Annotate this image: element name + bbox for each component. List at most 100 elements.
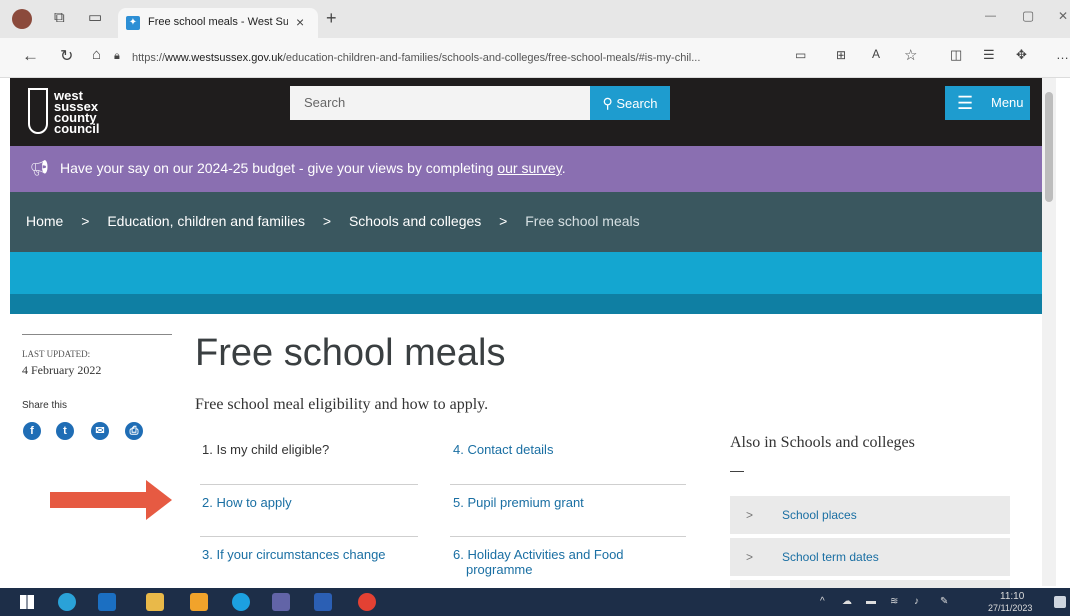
minimize-button[interactable]: — [985, 10, 996, 22]
logo-line-4: council [54, 121, 100, 136]
also-in-item-next[interactable] [730, 580, 1010, 588]
breadcrumb-separator: > [499, 213, 508, 229]
breadcrumb-education[interactable]: Education, children and families [107, 213, 305, 229]
site-favicon-icon: ✦ [126, 16, 140, 30]
back-icon[interactable]: ← [22, 46, 39, 66]
menu-button[interactable]: ☰ Menu [945, 86, 1030, 120]
teams-icon[interactable] [272, 593, 290, 611]
site-info-icon[interactable]: 🔒︎ [114, 50, 120, 63]
apps-icon[interactable]: ⊞ [836, 48, 846, 62]
wifi-icon[interactable]: ≋ [890, 596, 898, 607]
close-window-button[interactable]: ✕ [1058, 9, 1068, 23]
url-prefix: https:// [132, 52, 166, 64]
browser-tab-bar: ⧉ ▭ ✦ Free school meals - West Sussex × … [0, 0, 1070, 38]
extensions-icon[interactable]: ✥ [1016, 47, 1027, 63]
search-placeholder: Search [304, 95, 346, 110]
app-icon[interactable] [190, 593, 208, 611]
tab-actions-icon[interactable]: ▭ [88, 8, 102, 26]
breadcrumb-home[interactable]: Home [26, 213, 63, 229]
toc-item-4[interactable]: 4. Contact details [453, 442, 553, 457]
reader-view-icon[interactable]: ▭ [795, 48, 806, 62]
file-explorer-icon[interactable] [146, 593, 164, 611]
toc-item-3[interactable]: 3. If your circumstances change [202, 547, 386, 562]
budget-banner: 📢︎ Have your say on our 2024-25 budget -… [10, 146, 1042, 192]
toc-item-5[interactable]: 5. Pupil premium grant [453, 495, 584, 510]
also-in-item-label: School places [782, 508, 857, 522]
breadcrumb-separator: > [322, 213, 332, 229]
email-icon[interactable]: ✉ [91, 422, 109, 440]
also-in-dash: — [730, 462, 744, 478]
page-scrollbar[interactable] [1042, 78, 1056, 586]
scrollbar-thumb[interactable] [1045, 92, 1053, 202]
skype-icon[interactable] [232, 593, 250, 611]
search-button-label: Search [616, 96, 658, 111]
url-host: www.westsussex.gov.uk [165, 52, 283, 64]
also-in-item-school-places[interactable]: > School places [730, 496, 1010, 534]
tray-chevron-icon[interactable]: ^ [820, 596, 825, 607]
toc-divider [450, 484, 686, 485]
page-subtitle: Free school meal eligibility and how to … [195, 396, 489, 413]
edge-browser-icon[interactable] [58, 593, 76, 611]
menu-button-label: Menu [991, 95, 1024, 110]
red-arrow-annotation [50, 480, 172, 520]
tab-close-icon[interactable]: × [296, 14, 304, 30]
favorites-icon[interactable]: ☰ [983, 47, 995, 63]
url-path: /education-children-and-families/schools… [282, 52, 701, 64]
word-icon[interactable] [314, 593, 332, 611]
also-in-divider [730, 535, 1010, 536]
toc-item-6[interactable]: 6. Holiday Activities and Food programme [453, 547, 676, 577]
print-icon[interactable]: ⎙ [125, 422, 143, 440]
home-icon[interactable]: ⌂ [92, 46, 101, 63]
chrome-icon[interactable] [358, 593, 376, 611]
browser-toolbar: ← ↻ ⌂ 🔒︎ https://www.westsussex.gov.uk/e… [0, 38, 1070, 78]
banner-end: . [561, 160, 566, 176]
workspaces-icon[interactable]: ⧉ [54, 9, 65, 26]
notifications-icon[interactable] [1054, 596, 1066, 608]
toc-item-2[interactable]: 2. How to apply [202, 495, 292, 510]
clock-time[interactable]: 11:10 [1000, 591, 1024, 602]
search-button[interactable]: ⚲ Search [590, 86, 670, 120]
twitter-icon[interactable]: t [56, 422, 74, 440]
share-label: Share this [22, 400, 68, 411]
battery-icon[interactable]: ▬ [866, 596, 876, 607]
site-header: west sussex county council Search ⚲ Sear… [10, 78, 1042, 146]
clock-date[interactable]: 27/11/2023 [988, 603, 1032, 613]
split-screen-icon[interactable]: ◫ [950, 47, 962, 63]
breadcrumb-schools[interactable]: Schools and colleges [349, 213, 481, 229]
breadcrumb: Home > Education, children and families … [10, 192, 1042, 252]
onedrive-icon[interactable]: ☁ [842, 596, 852, 607]
search-icon: ⚲ [602, 95, 613, 111]
banner-survey-link[interactable]: our survey [497, 160, 561, 176]
toc-divider [200, 484, 418, 485]
council-logo[interactable]: west sussex county council [28, 84, 108, 140]
browser-tab-active[interactable]: ✦ Free school meals - West Sussex × [118, 8, 318, 38]
pen-icon[interactable]: ✎ [940, 596, 948, 607]
profile-avatar[interactable] [12, 9, 32, 29]
breadcrumb-current: Free school meals [525, 213, 640, 229]
windows-taskbar: ^ ☁ ▬ ≋ ♪ ✎ 11:10 27/11/2023 [0, 588, 1070, 616]
favorite-star-icon[interactable]: ☆ [904, 46, 917, 64]
url-field[interactable]: https://www.westsussex.gov.uk/education-… [132, 46, 812, 70]
refresh-icon[interactable]: ↻ [60, 46, 73, 66]
search-input[interactable]: Search [290, 86, 590, 120]
toc-item-1[interactable]: 1. Is my child eligible? [202, 442, 329, 457]
volume-icon[interactable]: ♪ [914, 596, 919, 607]
facebook-icon[interactable]: f [23, 422, 41, 440]
hamburger-icon: ☰ [957, 93, 974, 113]
also-in-item-term-dates[interactable]: > School term dates [730, 538, 1010, 576]
also-in-title: Also in Schools and colleges [730, 434, 915, 451]
tab-title: Free school meals - West Sussex [148, 16, 288, 28]
chevron-right-icon: > [746, 508, 754, 522]
toc-divider [200, 536, 418, 537]
restore-button[interactable]: ▢ [1022, 8, 1034, 24]
meta-divider [22, 334, 172, 335]
read-aloud-icon[interactable]: A [872, 47, 880, 61]
more-options-icon[interactable]: … [1056, 47, 1069, 62]
hero-band [10, 252, 1042, 294]
crest-icon [28, 88, 48, 134]
also-in-item-label: School term dates [782, 550, 879, 564]
outlook-icon[interactable] [98, 593, 116, 611]
new-tab-button[interactable]: + [326, 8, 337, 29]
main-content: LAST UPDATED: 4 February 2022 Share this… [10, 314, 1042, 588]
windows-start-icon[interactable] [20, 595, 34, 609]
